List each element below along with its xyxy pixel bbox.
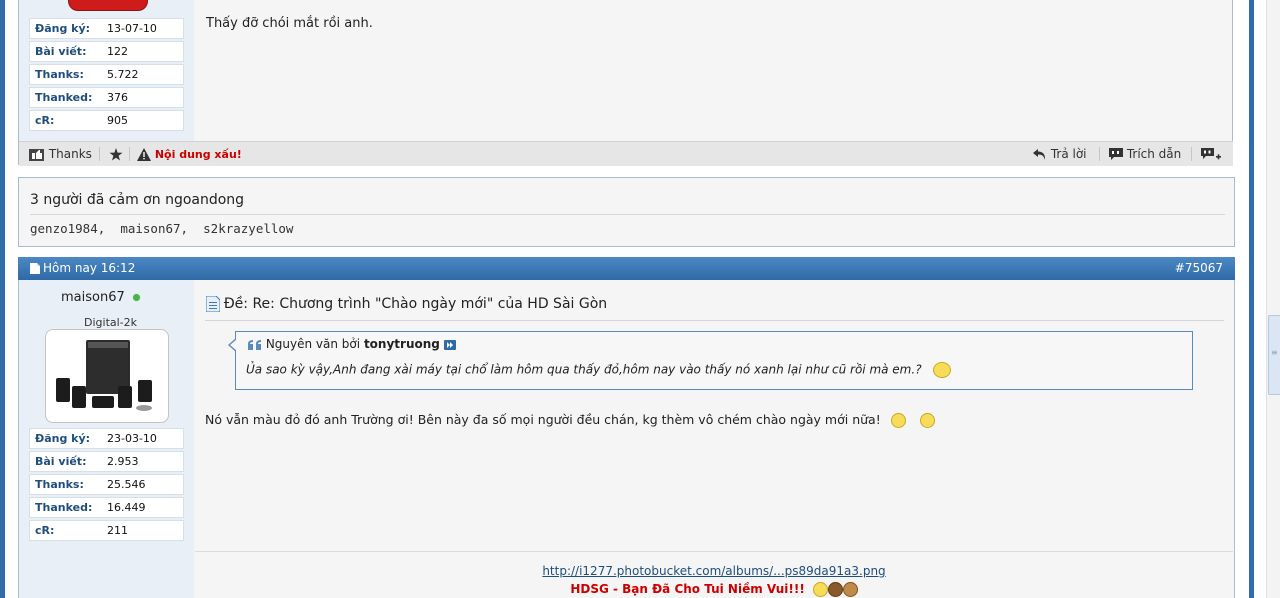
speaker-system-image — [56, 340, 152, 411]
title-divider — [205, 320, 1224, 321]
grin-smiley-icon — [812, 582, 828, 597]
waving-smiley-icon — [890, 413, 906, 428]
drinking-smiley-icon — [827, 582, 843, 597]
stat-row-cr: cR: 211 — [29, 520, 184, 541]
reply-button[interactable]: Trả lời — [1033, 142, 1087, 166]
post1-message: Thấy đỡ chói mắt rồi anh. — [206, 16, 373, 31]
signature-slogan: HDSG - Bạn Đã Cho Tui Niềm Vui!!! — [570, 582, 805, 596]
stat-row-thanked: Thanked: 376 — [29, 87, 184, 108]
stat-row-cr: cR: 905 — [29, 110, 184, 131]
thanks-user-link[interactable]: genzo1984 — [30, 221, 98, 236]
quote-marks-icon — [248, 339, 261, 350]
post1-user-stats: Đăng ký: 13-07-10 Bài viết: 122 Thanks: 5.7… — [29, 18, 184, 133]
post2-title: Đề: Re: Chương trình "Chào ngày mới" của… — [223, 296, 608, 312]
signature-link-row: http://i1277.photobucket.com/albums/...p… — [195, 564, 1233, 578]
quote-pointer-inner — [230, 339, 237, 351]
post2-number-link[interactable]: #75067 — [1175, 257, 1223, 280]
separator — [129, 147, 130, 161]
post2-title-row: Đề: Re: Chương trình "Chào ngày mới" của… — [205, 295, 608, 313]
signature-slogan-row: HDSG - Bạn Đã Cho Tui Niềm Vui!!! — [195, 582, 1233, 597]
rate-button[interactable] — [109, 142, 123, 166]
thanks-user-link[interactable]: s2krazyellow — [203, 221, 293, 236]
page-left-border — [0, 0, 5, 598]
quote-button[interactable]: Trích dẫn — [1109, 142, 1181, 166]
post1-avatar[interactable] — [68, 0, 148, 11]
signature-divider — [195, 551, 1233, 552]
sad-smiley-icon — [919, 413, 935, 428]
signature-link[interactable]: http://i1277.photobucket.com/albums/...p… — [542, 564, 885, 578]
star-burst-icon — [109, 147, 123, 160]
quote-header: Nguyên văn bởi tonytruong — [248, 337, 456, 351]
post2-header: Hôm nay 16:12 #75067 — [18, 257, 1235, 280]
vertical-scrollbar[interactable] — [1266, 0, 1280, 598]
multi-quote-plus-icon — [1201, 147, 1221, 159]
separator — [1099, 147, 1100, 161]
separator — [99, 147, 100, 161]
post2-date: Hôm nay 16:12 — [43, 261, 136, 275]
post2-avatar[interactable] — [45, 329, 169, 423]
beer-smiley-icon — [842, 582, 858, 597]
reply-arrow-icon — [1033, 149, 1046, 160]
post2-user-stats: Đăng ký: 23-03-10 Bài viết: 2.953 Thanks: 2… — [29, 428, 184, 543]
thumbs-up-icon — [29, 148, 44, 161]
stat-row-joined: Đăng ký: 13-07-10 — [29, 18, 184, 39]
page-right-border — [1249, 0, 1254, 598]
post1-action-bar: Thanks Nội dung xấu! Trả lời Trích dẫn — [19, 141, 1233, 166]
post2-user-title: Digital-2k — [84, 316, 138, 329]
post2-message: Nó vẫn màu đỏ đó anh Trường ơi! Bên này … — [205, 412, 881, 427]
thanks-user-list: genzo1984, maison67, s2krazyellow — [30, 221, 294, 236]
separator — [1191, 147, 1192, 161]
stat-row-posts: Bài viết: 122 — [29, 41, 184, 62]
stat-row-thanked: Thanked: 16.449 — [29, 497, 184, 518]
thanks-divider — [30, 214, 1225, 215]
thanks-user-link[interactable]: maison67 — [120, 221, 180, 236]
stat-row-joined: Đăng ký: 23-03-10 — [29, 428, 184, 449]
post2-message-row: Nó vẫn màu đỏ đó anh Trường ơi! Bên này … — [205, 412, 935, 428]
thanks-box: 3 người đã cảm ơn ngoandong genzo1984, m… — [18, 177, 1235, 247]
thanks-title: 3 người đã cảm ơn ngoandong — [30, 192, 245, 208]
stat-row-thanks: Thanks: 5.722 — [29, 64, 184, 85]
stat-row-thanks: Thanks: 25.546 — [29, 474, 184, 495]
post-document-icon — [205, 295, 221, 313]
document-icon — [30, 263, 40, 274]
thanks-button[interactable]: Thanks — [29, 142, 92, 166]
quote-author[interactable]: tonytruong — [364, 337, 440, 351]
report-button[interactable]: Nội dung xấu! — [137, 142, 242, 166]
post2-username[interactable]: maison67 — [61, 290, 141, 305]
scrollbar-grip-icon: ≡ — [1271, 348, 1278, 357]
thinking-smiley-icon — [933, 362, 952, 378]
quote-text-row: Ủa sao kỳ vậy,Anh đang xài máy tại chổ l… — [246, 362, 952, 378]
stat-row-posts: Bài viết: 2.953 — [29, 451, 184, 472]
warning-icon — [137, 148, 151, 161]
online-status-icon — [131, 293, 141, 302]
quote-bubble-icon — [1109, 148, 1123, 160]
multi-quote-button[interactable] — [1201, 142, 1221, 166]
view-post-icon[interactable] — [443, 339, 456, 350]
